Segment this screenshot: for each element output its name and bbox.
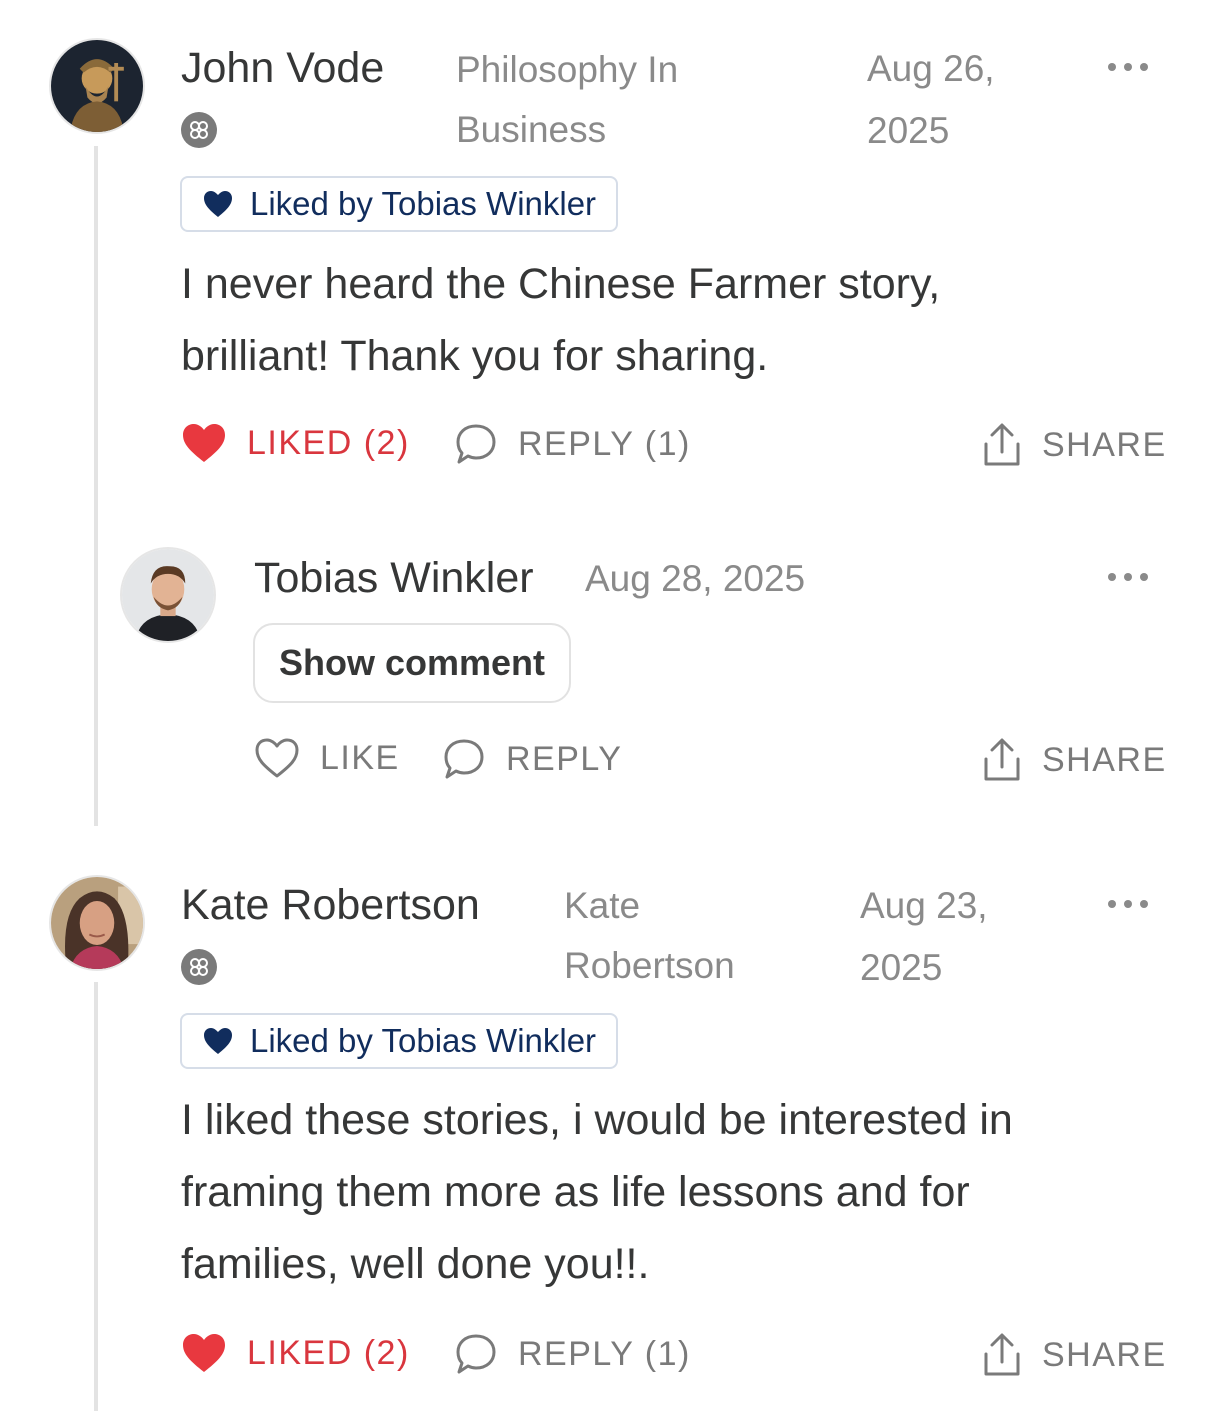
date-line: 2025 [867, 110, 950, 151]
show-comment-button[interactable]: Show comment [253, 623, 572, 703]
comment-date[interactable]: Aug 26, 2025 [867, 38, 995, 162]
like-count-label: LIKED (2) [247, 1333, 410, 1372]
heart-filled-icon [183, 424, 225, 462]
share-button[interactable]: SHARE [982, 422, 1167, 468]
more-dot [1124, 63, 1132, 71]
share-label: SHARE [1042, 1335, 1167, 1374]
avatar-image [51, 877, 143, 969]
more-dot [1124, 900, 1132, 908]
liked-by-text: Liked by Tobias Winkler [250, 185, 597, 222]
more-dot [1140, 63, 1148, 71]
share-upload-icon [984, 738, 1020, 781]
comment-body: I never heard the Chinese Farmer story, … [181, 248, 940, 392]
share-button[interactable]: SHARE [982, 1332, 1167, 1378]
reply-date[interactable]: Aug 28, 2025 [585, 548, 805, 610]
more-options-button[interactable] [1108, 61, 1148, 73]
reply-button[interactable]: REPLY (1) [454, 422, 691, 466]
avatar-tobias-winkler[interactable] [120, 547, 216, 643]
reply-author-name[interactable]: Tobias Winkler [254, 554, 534, 603]
more-options-button[interactable] [1108, 898, 1148, 910]
liked-button[interactable]: LIKED (2) [181, 422, 410, 464]
share-label: SHARE [1042, 740, 1167, 779]
comment-body-line: I liked these stories, i would be intere… [181, 1096, 1013, 1144]
publication-line: Business [456, 109, 607, 150]
like-button[interactable]: LIKE [254, 737, 400, 779]
subscriber-badge-icon [181, 949, 217, 985]
comment-body: I liked these stories, i would be intere… [181, 1084, 1013, 1300]
liked-by-pill[interactable]: Liked by Tobias Winkler [180, 1013, 619, 1069]
like-count-label: LIKED (2) [247, 423, 410, 462]
navy-heart-icon [204, 191, 232, 217]
liked-by-pill[interactable]: Liked by Tobias Winkler [180, 176, 619, 232]
thread-line-comment-2 [94, 982, 98, 1411]
comment-bubble-icon [444, 739, 484, 779]
more-dots-icon [1108, 63, 1116, 71]
liked-by-text: Liked by Tobias Winkler [250, 1022, 597, 1059]
like-label: LIKE [320, 738, 400, 777]
more-dot [1140, 900, 1148, 908]
comment-body-line: I never heard the Chinese Farmer story, [181, 260, 941, 308]
comment-publication[interactable]: Philosophy In Business [456, 40, 678, 160]
comment-publication[interactable]: Kate Robertson [564, 876, 735, 996]
avatar-john-vode[interactable] [49, 38, 145, 134]
comment-bubble-icon [456, 424, 496, 464]
share-upload-icon [984, 1333, 1020, 1376]
share-label: SHARE [1042, 425, 1167, 464]
comment-body-line: framing them more as life lessons and fo… [181, 1168, 970, 1216]
share-button[interactable]: SHARE [982, 737, 1167, 783]
subscriber-badge-icon [181, 112, 217, 148]
avatar-image [122, 549, 214, 641]
more-dots-icon [1108, 900, 1116, 908]
comment-body-line: brilliant! Thank you for sharing. [181, 332, 769, 380]
liked-button[interactable]: LIKED (2) [181, 1332, 410, 1374]
date-line: Aug 26, [867, 48, 995, 89]
comment-author-name[interactable]: John Vode [181, 44, 384, 93]
more-options-button[interactable] [1108, 571, 1148, 583]
thread-line-comment-1 [94, 146, 98, 826]
date-line: Aug 23, [860, 885, 988, 926]
comment-bubble-icon [456, 1334, 496, 1374]
comment-body-line: families, well done you!!. [181, 1240, 650, 1288]
comment-author-name[interactable]: Kate Robertson [181, 881, 480, 930]
more-dot [1124, 573, 1132, 581]
publication-line: Robertson [564, 945, 735, 986]
share-upload-icon [984, 423, 1020, 466]
heart-outline-icon [255, 738, 299, 778]
more-dot [1140, 573, 1148, 581]
date-line: 2025 [860, 947, 943, 988]
reply-button[interactable]: REPLY [442, 737, 622, 781]
comment-date[interactable]: Aug 23, 2025 [860, 875, 988, 999]
publication-line: Kate [564, 885, 641, 926]
reply-count-label: REPLY (1) [518, 424, 691, 463]
avatar-kate-robertson[interactable] [49, 875, 145, 971]
reply-count-label: REPLY (1) [518, 1334, 691, 1373]
navy-heart-icon [204, 1028, 232, 1054]
reply-label: REPLY [506, 739, 623, 778]
more-dots-icon [1108, 573, 1116, 581]
heart-filled-icon [183, 1334, 225, 1372]
avatar-image [51, 40, 143, 132]
publication-line: Philosophy In [456, 49, 679, 90]
reply-button[interactable]: REPLY (1) [454, 1332, 691, 1376]
